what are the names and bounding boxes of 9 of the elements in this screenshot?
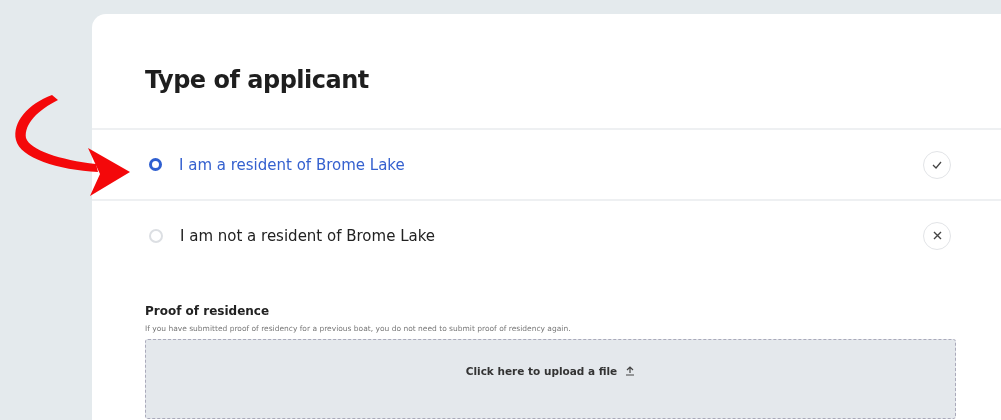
section-title: Type of applicant (144, 65, 370, 96)
option-label: I am a resident of Brome Lake (179, 155, 406, 174)
upload-area[interactable]: Click here to upload a file (145, 339, 956, 419)
option-label: I am not a resident of Brome Lake (180, 226, 437, 245)
radio-button[interactable] (149, 158, 162, 171)
upload-icon (625, 366, 636, 376)
upload-button[interactable]: Click here to upload a file (465, 364, 636, 378)
option-row[interactable]: I am not a resident of Brome Lake (92, 199, 1001, 270)
field-label: Proof of residence (145, 304, 271, 318)
